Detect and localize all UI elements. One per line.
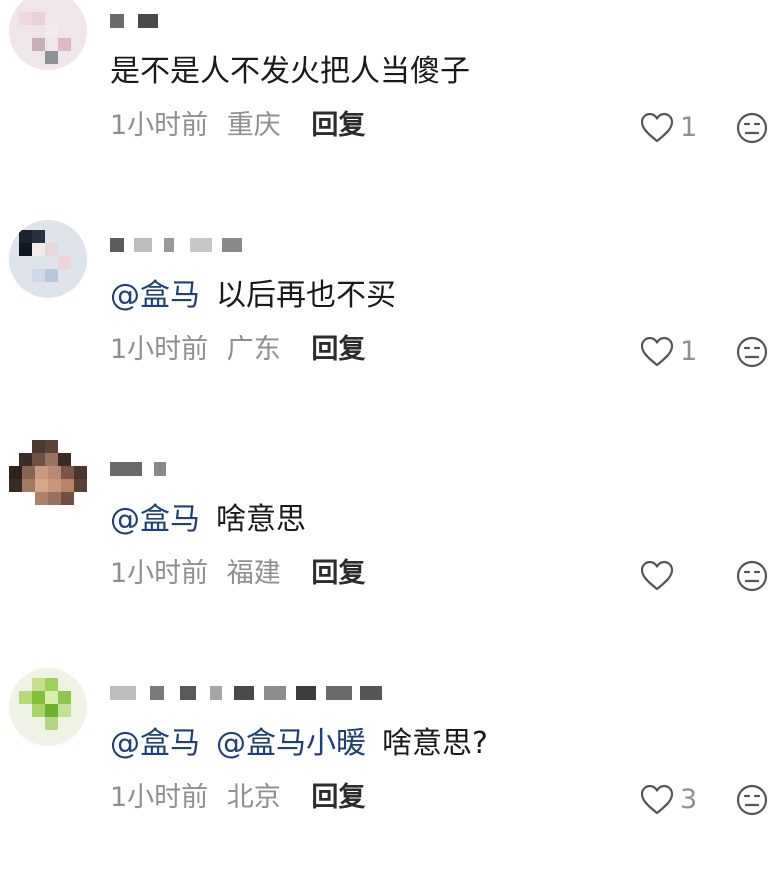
comment-time: 1小时前 bbox=[110, 782, 209, 813]
comment-location: 广东 bbox=[226, 334, 281, 365]
neutral-face-icon bbox=[736, 336, 768, 368]
comment-text: @盒马 @盒马小暖 啥意思? bbox=[110, 724, 488, 764]
comment-item: @盒马 啥意思 1小时前 福建 回复 bbox=[0, 440, 774, 648]
comment-location: 北京 bbox=[226, 782, 281, 813]
comment-text: @盒马 以后再也不买 bbox=[110, 276, 396, 316]
avatar[interactable] bbox=[9, 0, 87, 70]
reply-button[interactable]: 回复 bbox=[311, 110, 365, 141]
comment-location: 福建 bbox=[226, 558, 281, 589]
like-count: 1 bbox=[680, 336, 698, 367]
mention-link[interactable]: @盒马 bbox=[110, 278, 200, 313]
comment-time: 1小时前 bbox=[110, 558, 209, 589]
dislike-button[interactable] bbox=[736, 112, 768, 144]
neutral-face-icon bbox=[736, 560, 768, 592]
username-redacted[interactable] bbox=[110, 456, 410, 480]
heart-icon bbox=[640, 784, 674, 815]
comment-text: 是不是人不发火把人当傻子 bbox=[110, 52, 470, 92]
username-redacted[interactable] bbox=[110, 680, 410, 704]
comment-body: 是不是人不发火把人当傻子 bbox=[110, 54, 470, 89]
comment-meta: 1小时前 重庆 回复 bbox=[110, 108, 365, 144]
mention-link[interactable]: @盒马 bbox=[110, 502, 200, 537]
username-redacted[interactable] bbox=[110, 8, 410, 32]
like-count: 1 bbox=[680, 112, 698, 143]
comment-text: @盒马 啥意思 bbox=[110, 500, 306, 540]
neutral-face-icon bbox=[736, 112, 768, 144]
comment-item: 是不是人不发火把人当傻子 1小时前 重庆 回复 1 bbox=[0, 0, 774, 200]
mention-link[interactable]: @盒马 bbox=[110, 726, 200, 761]
comment-body: 啥意思 bbox=[216, 502, 306, 537]
comment-item: @盒马 @盒马小暖 啥意思? 1小时前 北京 回复 3 bbox=[0, 668, 774, 872]
avatar[interactable] bbox=[9, 668, 87, 746]
comment-time: 1小时前 bbox=[110, 334, 209, 365]
reply-button[interactable]: 回复 bbox=[311, 334, 365, 365]
comment-item: @盒马 以后再也不买 1小时前 广东 回复 1 bbox=[0, 220, 774, 424]
like-count: 3 bbox=[680, 784, 698, 815]
comment-meta: 1小时前 广东 回复 bbox=[110, 332, 365, 368]
like-button[interactable]: 1 bbox=[640, 110, 710, 146]
mention-link[interactable]: @盒马小暖 bbox=[216, 726, 366, 761]
like-button[interactable]: 3 bbox=[640, 782, 710, 818]
avatar[interactable] bbox=[9, 440, 87, 518]
username-redacted[interactable] bbox=[110, 232, 410, 256]
heart-icon bbox=[640, 112, 674, 143]
dislike-button[interactable] bbox=[736, 784, 768, 816]
comment-location: 重庆 bbox=[226, 110, 281, 141]
dislike-button[interactable] bbox=[736, 336, 768, 368]
comment-time: 1小时前 bbox=[110, 110, 209, 141]
comment-body: 以后再也不买 bbox=[216, 278, 396, 313]
reply-button[interactable]: 回复 bbox=[311, 782, 365, 813]
comment-meta: 1小时前 北京 回复 bbox=[110, 780, 365, 816]
like-button[interactable] bbox=[640, 558, 710, 594]
comment-meta: 1小时前 福建 回复 bbox=[110, 556, 365, 592]
heart-icon bbox=[640, 336, 674, 367]
reply-button[interactable]: 回复 bbox=[311, 558, 365, 589]
like-button[interactable]: 1 bbox=[640, 334, 710, 370]
comment-body: 啥意思? bbox=[382, 726, 488, 761]
neutral-face-icon bbox=[736, 784, 768, 816]
dislike-button[interactable] bbox=[736, 560, 768, 592]
avatar[interactable] bbox=[9, 220, 87, 298]
heart-icon bbox=[640, 560, 674, 591]
